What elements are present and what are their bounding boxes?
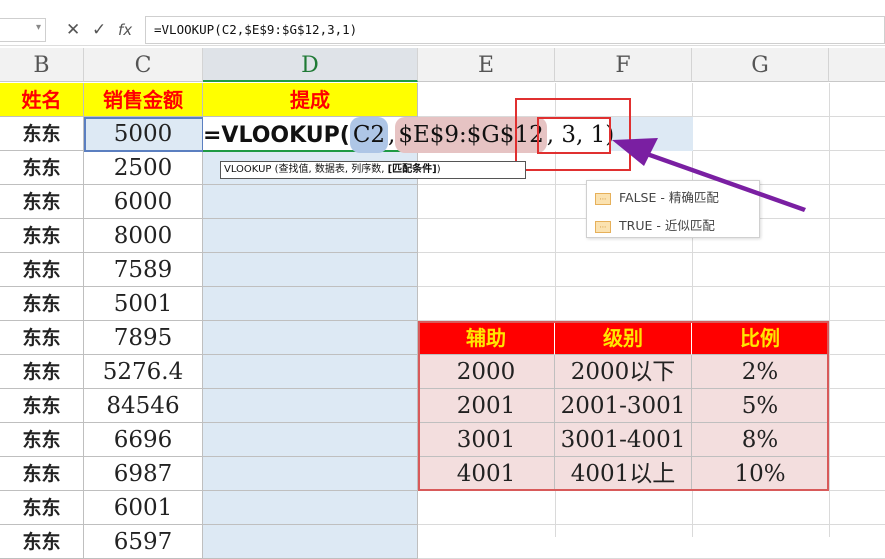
name-cell[interactable]: 东东: [0, 151, 84, 185]
function-tooltip: VLOOKUP (查找值, 数据表, 列序数, [匹配条件]): [220, 161, 526, 179]
column-header-c[interactable]: C: [84, 48, 203, 82]
column-header-f[interactable]: F: [555, 48, 692, 82]
header-sales-cell[interactable]: 销售金额: [84, 83, 203, 117]
fx-icon[interactable]: fx: [118, 18, 132, 42]
lookup-cell[interactable]: 5%: [692, 389, 829, 423]
lookup-cell[interactable]: 2%: [692, 355, 829, 389]
name-cell[interactable]: 东东: [0, 457, 84, 491]
sales-cell[interactable]: 6987: [84, 457, 203, 491]
lookup-cell[interactable]: 2001: [418, 389, 555, 423]
grid-line-vertical: [829, 83, 830, 537]
chevron-down-icon[interactable]: ▾: [36, 22, 41, 33]
lookup-header-cell[interactable]: 级别: [555, 321, 692, 355]
name-cell[interactable]: 东东: [0, 117, 84, 151]
sales-cell[interactable]: 6001: [84, 491, 203, 525]
autocomplete-item-true[interactable]: ⋯ TRUE - 近似匹配: [595, 215, 715, 234]
commission-cell[interactable]: [203, 491, 418, 525]
cancel-icon[interactable]: ✕: [66, 18, 80, 42]
sales-cell[interactable]: 6000: [84, 185, 203, 219]
lookup-cell[interactable]: 3001: [418, 423, 555, 457]
annotation-arrow: [612, 138, 806, 212]
sales-cell[interactable]: 6696: [84, 423, 203, 457]
lookup-header-cell[interactable]: 辅助: [418, 321, 555, 355]
lookup-cell[interactable]: 2001-3001: [555, 389, 692, 423]
commission-cell[interactable]: [203, 219, 418, 253]
column-header-b[interactable]: B: [0, 48, 84, 82]
name-cell[interactable]: 东东: [0, 491, 84, 525]
grid-line-horizontal: [418, 524, 885, 525]
lookup-cell[interactable]: 10%: [692, 457, 829, 491]
column-header-g[interactable]: G: [692, 48, 829, 82]
name-cell[interactable]: 东东: [0, 185, 84, 219]
sales-cell[interactable]: 2500: [84, 151, 203, 185]
formula-ref-c2[interactable]: C2: [349, 117, 389, 153]
commission-cell[interactable]: [203, 253, 418, 287]
name-cell[interactable]: 东东: [0, 253, 84, 287]
name-cell[interactable]: 东东: [0, 355, 84, 389]
name-box[interactable]: ▾: [0, 18, 46, 42]
name-cell[interactable]: 东东: [0, 525, 84, 559]
column-header-e[interactable]: E: [418, 48, 555, 82]
name-cell[interactable]: 东东: [0, 321, 84, 355]
formula-input[interactable]: =VLOOKUP(C2,$E$9:$G$12,3,1): [145, 16, 885, 44]
name-cell[interactable]: 东东: [0, 219, 84, 253]
header-commission-cell[interactable]: 提成: [203, 83, 418, 117]
autocomplete-label: TRUE - 近似匹配: [619, 218, 715, 233]
lookup-cell[interactable]: 2000以下: [555, 355, 692, 389]
sales-cell[interactable]: 7895: [84, 321, 203, 355]
grid-line-horizontal: [418, 286, 885, 287]
commission-cell[interactable]: [203, 525, 418, 559]
header-name-cell[interactable]: 姓名: [0, 83, 84, 117]
lookup-cell[interactable]: 8%: [692, 423, 829, 457]
lookup-header-cell[interactable]: 比例: [692, 321, 829, 355]
lookup-cell[interactable]: 4001: [418, 457, 555, 491]
column-header-h[interactable]: [829, 48, 885, 82]
commission-cell[interactable]: [203, 185, 418, 219]
tooltip-close: ): [436, 164, 441, 175]
commission-cell[interactable]: [203, 423, 418, 457]
column-header-d[interactable]: D: [203, 48, 418, 82]
commission-cell[interactable]: [203, 355, 418, 389]
sales-cell[interactable]: 5001: [84, 287, 203, 321]
commission-cell[interactable]: [203, 287, 418, 321]
c2-reference-border: [84, 117, 204, 152]
commission-cell[interactable]: [203, 389, 418, 423]
sales-cell[interactable]: 7589: [84, 253, 203, 287]
grid-line-horizontal: [418, 252, 885, 253]
name-cell[interactable]: 东东: [0, 389, 84, 423]
lookup-cell[interactable]: 3001-4001: [555, 423, 692, 457]
lookup-cell[interactable]: 2000: [418, 355, 555, 389]
name-cell[interactable]: 东东: [0, 287, 84, 321]
tooltip-text: VLOOKUP (查找值, 数据表, 列序数,: [224, 164, 388, 175]
formula-prefix: =VLOOKUP(: [203, 123, 350, 148]
sales-cell[interactable]: 8000: [84, 219, 203, 253]
sales-cell[interactable]: 5276.4: [84, 355, 203, 389]
enter-icon[interactable]: ✓: [92, 18, 106, 42]
sales-cell[interactable]: 84546: [84, 389, 203, 423]
function-icon: ⋯: [595, 220, 611, 233]
sales-cell[interactable]: 6597: [84, 525, 203, 559]
formula-sep: ,: [388, 122, 396, 148]
tooltip-bold-arg: [匹配条件]: [387, 164, 437, 175]
lookup-cell[interactable]: 4001以上: [555, 457, 692, 491]
commission-cell[interactable]: [203, 457, 418, 491]
commission-cell[interactable]: [203, 321, 418, 355]
name-cell[interactable]: 东东: [0, 423, 84, 457]
